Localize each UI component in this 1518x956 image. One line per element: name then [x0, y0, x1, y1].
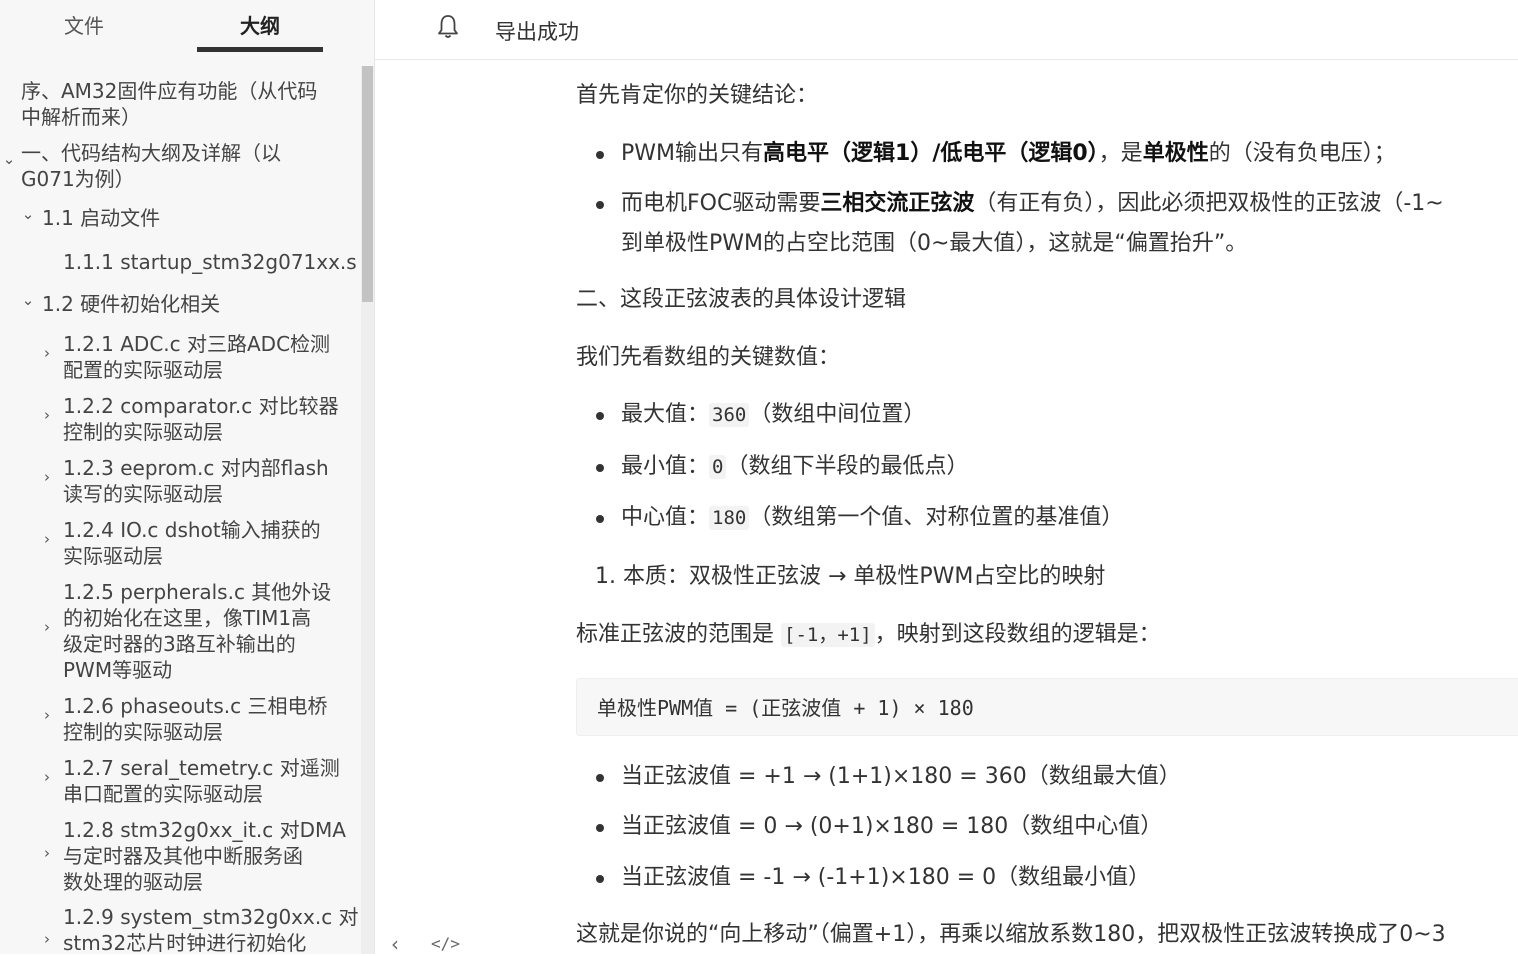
- chevron-down-icon[interactable]: ⌄: [21, 291, 35, 309]
- list-item: 当正弦波值 = -1 → (-1+1)×180 = 0（数组最小值）: [621, 865, 1151, 890]
- chevron-right-icon[interactable]: ›: [40, 930, 54, 948]
- outline-item-io[interactable]: 1.2.4 IO.c dshot输入捕获的 实际驱动层: [63, 517, 321, 569]
- toast-message: 导出成功: [495, 20, 579, 44]
- outline-item-hardware-init[interactable]: 1.2 硬件初始化相关: [42, 291, 220, 317]
- chevron-right-icon[interactable]: ›: [40, 344, 54, 362]
- editor-footer-icons: ‹ </>: [375, 926, 495, 956]
- chevron-down-icon[interactable]: ⌄: [2, 150, 16, 168]
- outline-item-preface[interactable]: 序、AM32固件应有功能（从代码 中解析而来）: [21, 78, 317, 130]
- chevron-right-icon[interactable]: ›: [40, 468, 54, 486]
- section-heading: 二、这段正弦波表的具体设计逻辑: [576, 287, 907, 312]
- paragraph: 我们先看数组的关键数值：: [576, 345, 841, 370]
- chevron-left-icon[interactable]: ‹: [391, 932, 399, 956]
- outline-item-eeprom[interactable]: 1.2.3 eeprom.c 对内部flash 读写的实际驱动层: [63, 455, 329, 507]
- ordered-list-item: 1. 本质：双极性正弦波 → 单极性PWM占空比的映射: [595, 564, 1106, 589]
- outline-item-system[interactable]: 1.2.9 system_stm32g0xx.c 对 stm32芯片时钟进行初始…: [63, 904, 359, 954]
- bullet-dot: [596, 201, 604, 209]
- sidebar-tabs: 文件 大纲: [0, 0, 374, 60]
- outline-item-startup[interactable]: 1.1 启动文件: [42, 205, 160, 231]
- list-item: 最小值： 0 （数组下半段的最低点）: [621, 454, 969, 479]
- list-item: 当正弦波值 = 0 → (0+1)×180 = 180（数组中心值）: [621, 814, 1163, 839]
- list-item: 而电机FOC驱动需要三相交流正弦波（有正有负），因此必须把双极性的正弦波（-1~: [621, 191, 1444, 216]
- list-item: PWM输出只有高电平（逻辑1）/低电平（逻辑0），是单极性的（没有负电压）；: [621, 141, 1396, 166]
- bullet-dot: [596, 774, 604, 782]
- topbar: 导出成功: [375, 0, 1518, 60]
- tab-files[interactable]: 文件: [62, 10, 106, 39]
- document-content: 首先肯定你的关键结论： PWM输出只有高电平（逻辑1）/低电平（逻辑0），是单极…: [375, 60, 1518, 954]
- outline-item-adc[interactable]: 1.2.1 ADC.c 对三路ADC检测 配置的实际驱动层: [63, 331, 330, 383]
- bullet-dot: [596, 875, 604, 883]
- outline-item-code-structure[interactable]: 一、代码结构大纲及详解（以 G071为例）: [21, 140, 281, 192]
- tab-outline[interactable]: 大纲: [198, 10, 322, 39]
- chevron-right-icon[interactable]: ›: [40, 768, 54, 786]
- outline-item-telemetry[interactable]: 1.2.7 seral_temetry.c 对遥测 串口配置的实际驱动层: [63, 755, 340, 807]
- sidebar: 文件 大纲 序、AM32固件应有功能（从代码 中解析而来） ⌄ 一、代码结构大纲…: [0, 0, 375, 954]
- outline-item-startup-file[interactable]: 1.1.1 startup_stm32g071xx.s: [63, 249, 357, 275]
- code-block: 单极性PWM值 = (正弦波值 + 1) × 180: [576, 678, 1518, 736]
- list-item: 最大值： 360 （数组中间位置）: [621, 402, 926, 427]
- list-item: 当正弦波值 = +1 → (1+1)×180 = 360（数组最大值）: [621, 764, 1181, 789]
- list-item-continuation: 到单极性PWM的占空比范围（0~最大值），这就是“偏置抬升”。: [621, 231, 1248, 256]
- chevron-down-icon[interactable]: ⌄: [21, 205, 35, 223]
- chevron-right-icon[interactable]: ›: [40, 844, 54, 862]
- paragraph: 标准正弦波的范围是 [-1，+1] ，映射到这段数组的逻辑是：: [576, 622, 1161, 647]
- chevron-right-icon[interactable]: ›: [40, 706, 54, 724]
- chevron-right-icon[interactable]: ›: [40, 618, 54, 636]
- chevron-right-icon[interactable]: ›: [40, 406, 54, 424]
- bell-icon[interactable]: [437, 14, 459, 40]
- code-line: 单极性PWM值 = (正弦波值 + 1) × 180: [597, 696, 974, 720]
- outline-item-peripherals[interactable]: 1.2.5 perpherals.c 其他外设 的初始化在这里，像TIM1高 级…: [63, 579, 331, 683]
- outline-item-interrupts[interactable]: 1.2.8 stm32g0xx_it.c 对DMA 与定时器及其他中断服务函 数…: [63, 817, 346, 895]
- code-icon[interactable]: </>: [431, 934, 460, 953]
- paragraph: 这就是你说的“向上移动”（偏置+1），再乘以缩放系数180，把双极性正弦波转换成…: [576, 922, 1446, 947]
- active-tab-indicator: [197, 47, 323, 52]
- sidebar-scrollbar-thumb[interactable]: [362, 66, 373, 302]
- bullet-dot: [596, 412, 604, 420]
- bullet-dot: [596, 151, 604, 159]
- outline-item-phaseouts[interactable]: 1.2.6 phaseouts.c 三相电桥 控制的实际驱动层: [63, 693, 327, 745]
- paragraph: 首先肯定你的关键结论：: [576, 83, 819, 108]
- list-item: 中心值： 180 （数组第一个值、对称位置的基准值）: [621, 505, 1124, 530]
- outline-item-comparator[interactable]: 1.2.2 comparator.c 对比较器 控制的实际驱动层: [63, 393, 339, 445]
- bullet-dot: [596, 824, 604, 832]
- bullet-dot: [596, 464, 604, 472]
- chevron-right-icon[interactable]: ›: [40, 530, 54, 548]
- bullet-dot: [596, 515, 604, 523]
